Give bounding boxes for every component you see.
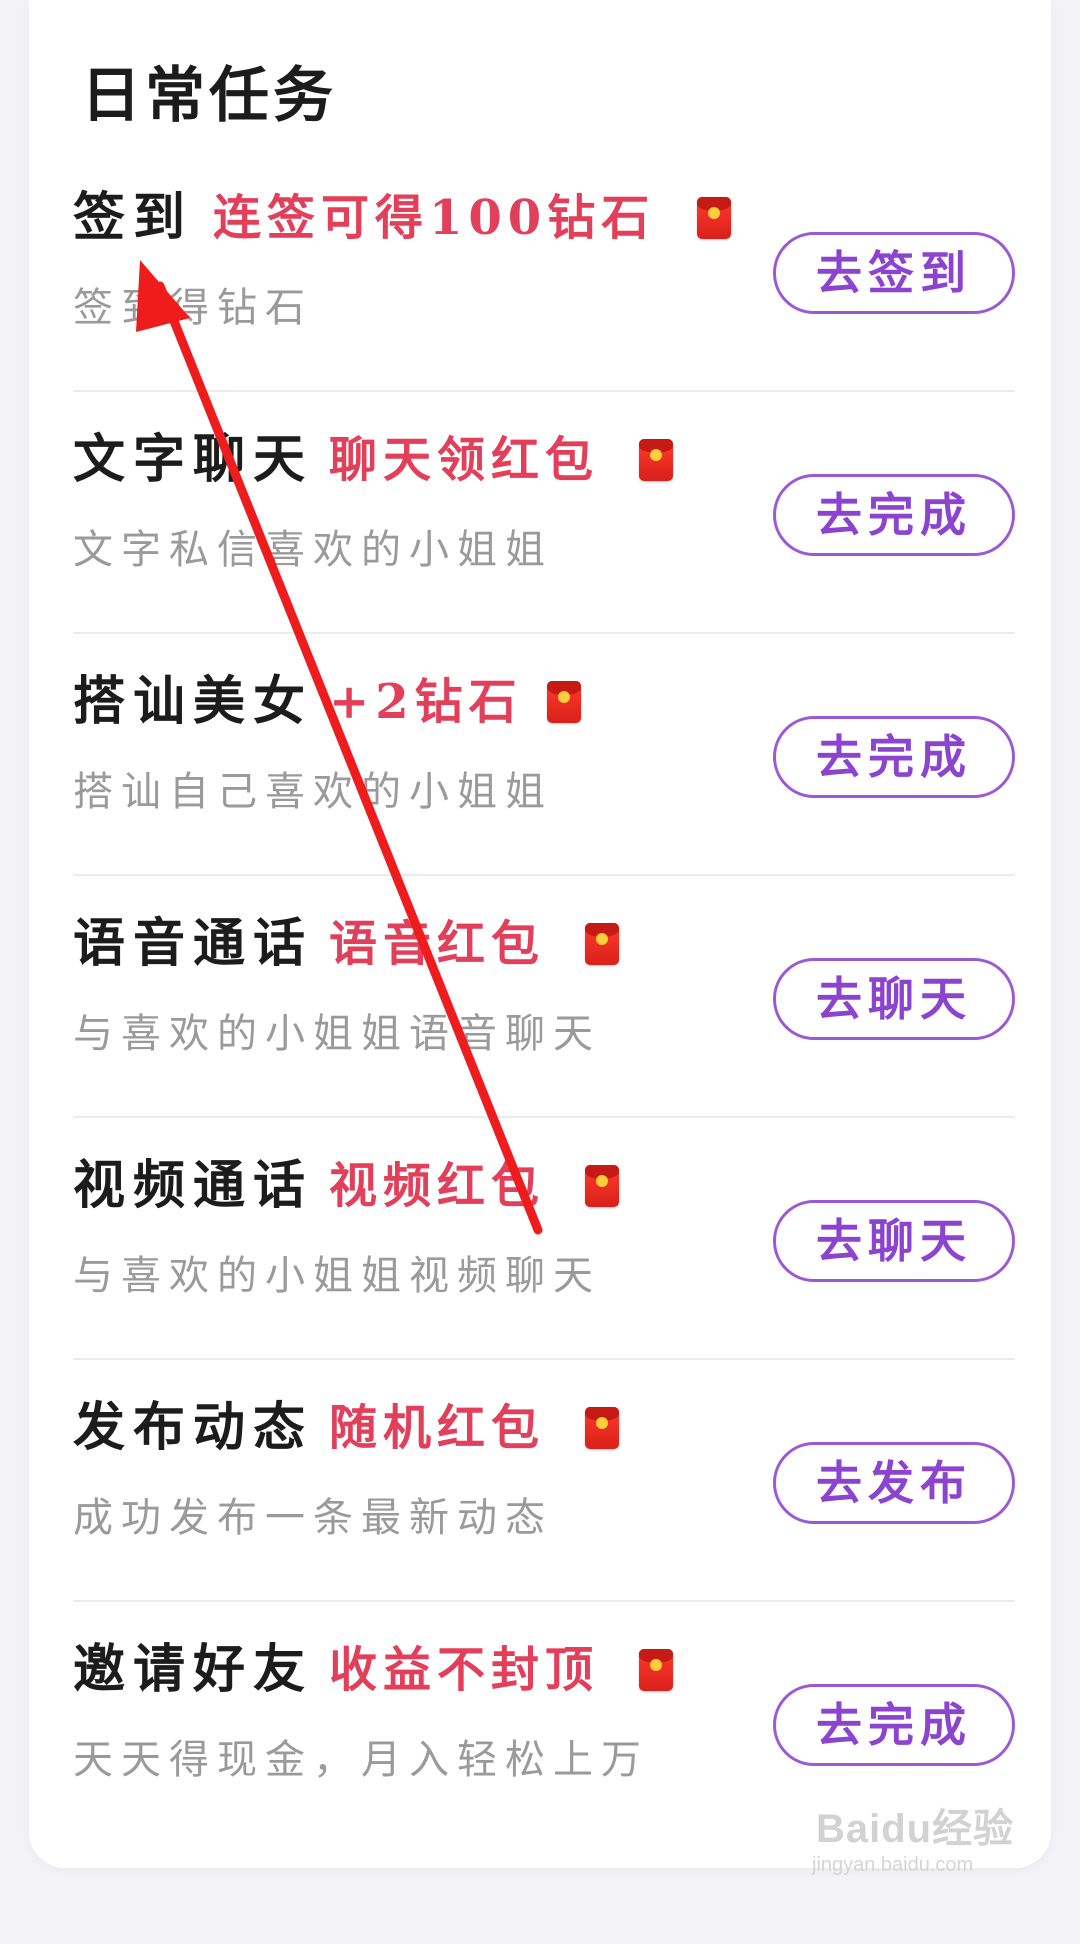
task-description: 文字私信喜欢的小姐姐 bbox=[73, 527, 553, 573]
red-envelope-icon bbox=[697, 197, 731, 239]
task-name: 发布动态 bbox=[73, 1397, 314, 1458]
task-row-greet: 搭讪美女 +2钻石 搭讪自己喜欢的小姐姐 去完成 bbox=[73, 634, 1015, 876]
video-chat-button[interactable]: 去聊天 bbox=[773, 1200, 1015, 1282]
task-reward: 语音红包 bbox=[329, 916, 546, 972]
red-envelope-icon bbox=[585, 923, 619, 965]
red-envelope-icon bbox=[639, 439, 673, 481]
watermark-brand: Baidu经验 bbox=[816, 1807, 1015, 1851]
task-name: 文字聊天 bbox=[73, 429, 314, 490]
task-name: 视频通话 bbox=[73, 1155, 314, 1216]
red-envelope-icon bbox=[639, 1649, 673, 1691]
section-title: 日常任务 bbox=[81, 61, 337, 131]
baidu-watermark: Baidu经验 jingyan.baidu.com bbox=[802, 1796, 1022, 1896]
task-description: 签到得钻石 bbox=[73, 285, 313, 331]
daily-tasks-card: 日常任务 签到 连签可得100钻石 签到得钻石 去签到 文字聊天 聊天领红包 文… bbox=[29, 0, 1051, 1868]
task-reward: 聊天领红包 bbox=[329, 432, 600, 488]
complete-text-chat-button[interactable]: 去完成 bbox=[773, 474, 1015, 556]
red-envelope-icon bbox=[585, 1165, 619, 1207]
task-reward: 连签可得100钻石 bbox=[213, 190, 656, 246]
task-description: 搭讪自己喜欢的小姐姐 bbox=[73, 769, 553, 815]
task-description: 天天得现金，月入轻松上万 bbox=[73, 1737, 649, 1783]
task-row-video-call: 视频通话 视频红包 与喜欢的小姐姐视频聊天 去聊天 bbox=[73, 1118, 1015, 1360]
checkin-button[interactable]: 去签到 bbox=[773, 232, 1015, 314]
watermark-url: jingyan.baidu.com bbox=[812, 1854, 974, 1876]
red-envelope-icon bbox=[585, 1407, 619, 1449]
task-description: 成功发布一条最新动态 bbox=[73, 1495, 553, 1541]
red-envelope-icon bbox=[547, 681, 581, 723]
task-reward: 随机红包 bbox=[329, 1400, 546, 1456]
task-description: 与喜欢的小姐姐视频聊天 bbox=[73, 1253, 601, 1299]
task-name: 签到 bbox=[73, 187, 194, 248]
task-description: 与喜欢的小姐姐语音聊天 bbox=[73, 1011, 601, 1057]
task-reward: 视频红包 bbox=[329, 1158, 546, 1214]
task-row-voice-call: 语音通话 语音红包 与喜欢的小姐姐语音聊天 去聊天 bbox=[73, 876, 1015, 1118]
task-reward: +2钻石 bbox=[329, 674, 523, 730]
invite-friends-button[interactable]: 去完成 bbox=[773, 1684, 1015, 1766]
task-row-post-moment: 发布动态 随机红包 成功发布一条最新动态 去发布 bbox=[73, 1360, 1015, 1602]
voice-chat-button[interactable]: 去聊天 bbox=[773, 958, 1015, 1040]
task-name: 语音通话 bbox=[73, 913, 314, 974]
task-row-checkin: 签到 连签可得100钻石 签到得钻石 去签到 bbox=[73, 150, 1015, 392]
task-name: 邀请好友 bbox=[73, 1639, 314, 1700]
complete-greet-button[interactable]: 去完成 bbox=[773, 716, 1015, 798]
task-name: 搭讪美女 bbox=[73, 671, 314, 732]
task-reward: 收益不封顶 bbox=[329, 1642, 600, 1698]
post-moment-button[interactable]: 去发布 bbox=[773, 1442, 1015, 1524]
task-row-text-chat: 文字聊天 聊天领红包 文字私信喜欢的小姐姐 去完成 bbox=[73, 392, 1015, 634]
